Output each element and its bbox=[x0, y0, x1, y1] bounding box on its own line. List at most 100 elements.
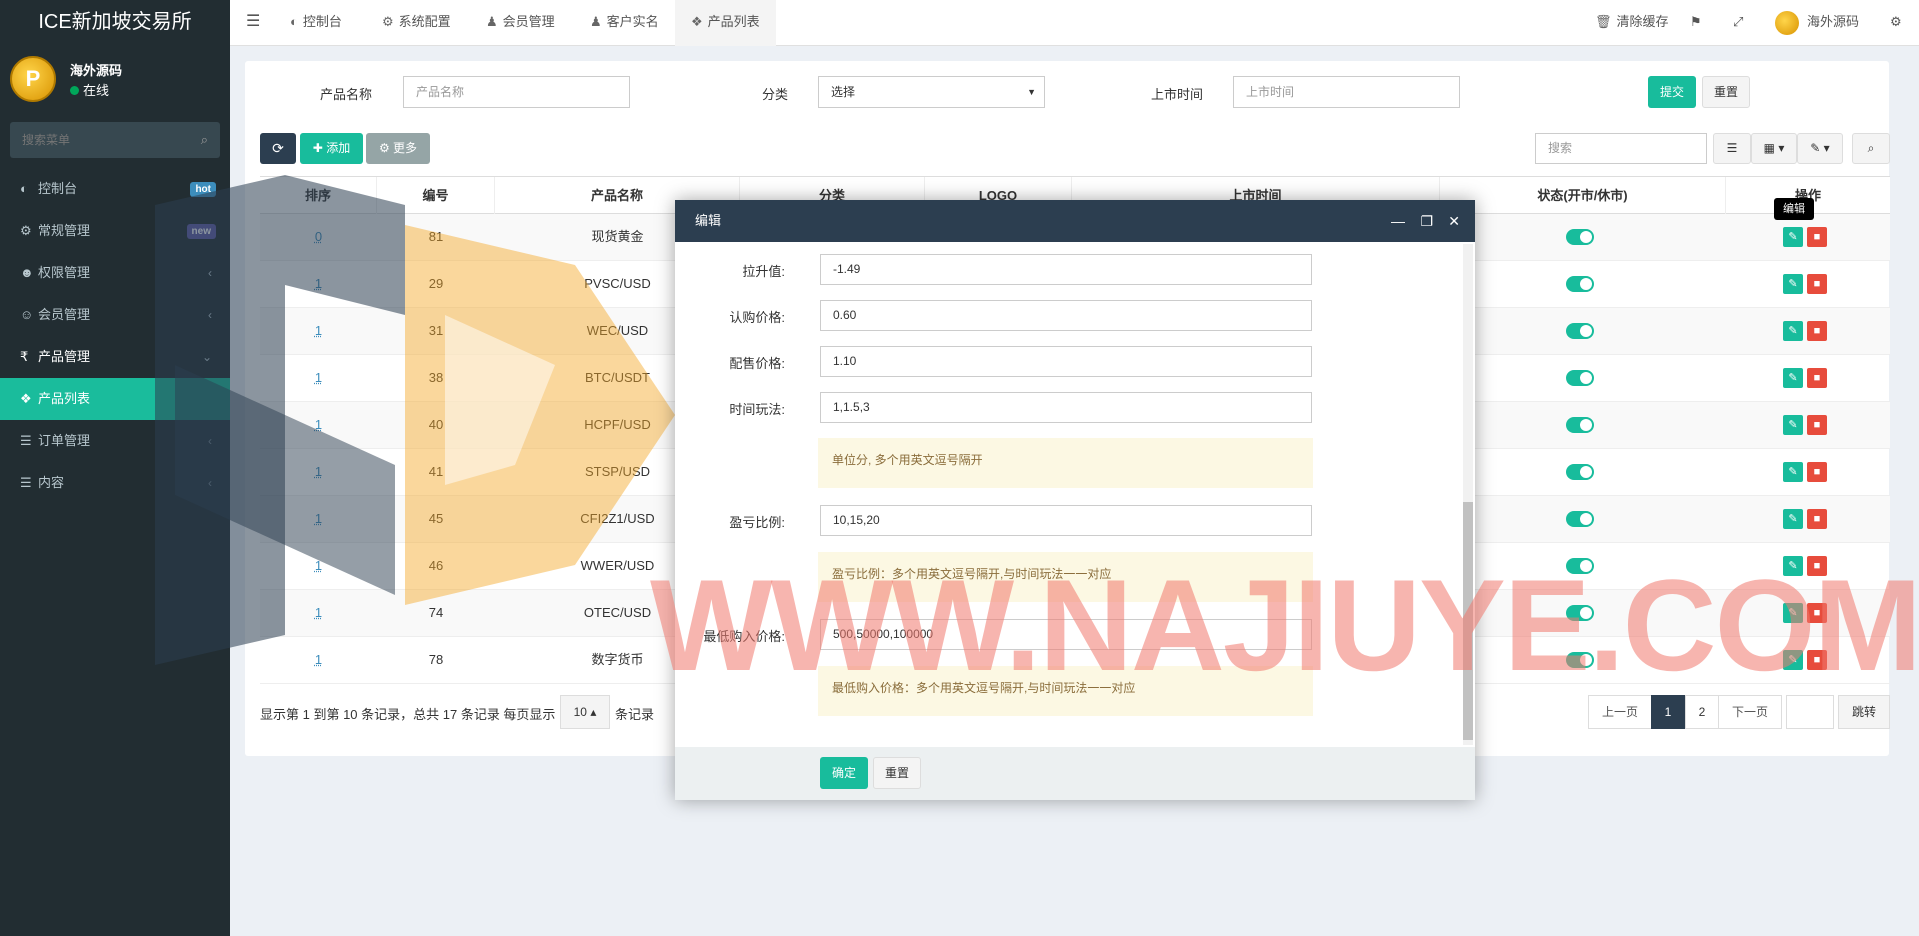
sort-value[interactable]: 0 bbox=[260, 214, 377, 261]
delete-button[interactable]: ■ bbox=[1807, 368, 1827, 388]
edit-button[interactable]: ✎ bbox=[1783, 368, 1803, 388]
menu-toggle-icon[interactable]: ☰ bbox=[246, 0, 260, 46]
sort-value[interactable]: 1 bbox=[260, 402, 377, 449]
toggle-view-button[interactable]: ☰ bbox=[1713, 133, 1751, 164]
sidebar-item-product-list[interactable]: ❖ 产品列表 bbox=[0, 378, 230, 420]
columns-button[interactable]: ▦ ▾ bbox=[1751, 133, 1797, 164]
tab-dashboard[interactable]: ◐ 控制台 bbox=[290, 0, 342, 46]
reset-button[interactable]: 重置 bbox=[1702, 76, 1750, 108]
edit-button[interactable]: ✎ bbox=[1783, 227, 1803, 247]
delete-button[interactable]: ■ bbox=[1807, 274, 1827, 294]
tab-members[interactable]: ♟ 会员管理 bbox=[486, 0, 555, 46]
app-title[interactable]: ICE新加坡交易所 bbox=[0, 0, 230, 46]
sidebar-item-dashboard[interactable]: ◐ 控制台 hot bbox=[0, 168, 230, 210]
status-toggle[interactable] bbox=[1566, 558, 1594, 574]
fullscreen-icon[interactable]: ⤢ bbox=[1733, 0, 1743, 46]
col-status[interactable]: 状态(开市/休市) bbox=[1440, 177, 1726, 215]
tab-product-list[interactable]: ❖ 产品列表 bbox=[675, 0, 776, 46]
sort-value[interactable]: 1 bbox=[260, 449, 377, 496]
delete-button[interactable]: ■ bbox=[1807, 650, 1827, 670]
refresh-button[interactable]: ⟳ bbox=[260, 133, 296, 164]
sidebar-item-members[interactable]: ☺ 会员管理 ‹ bbox=[0, 294, 230, 336]
product-name-input[interactable]: 产品名称 bbox=[403, 76, 630, 108]
page-1-button[interactable]: 1 bbox=[1651, 695, 1685, 729]
jump-page-input[interactable] bbox=[1786, 695, 1834, 729]
ratio-input[interactable]: 10,15,20 bbox=[820, 505, 1312, 536]
edit-button[interactable]: ✎ bbox=[1783, 415, 1803, 435]
prev-page-button[interactable]: 上一页 bbox=[1588, 695, 1652, 729]
sidebar-item-permissions[interactable]: ☻ 权限管理 ‹ bbox=[0, 252, 230, 294]
buy-price-input[interactable]: 0.60 bbox=[820, 300, 1312, 331]
status-toggle[interactable] bbox=[1566, 464, 1594, 480]
sidebar-item-orders[interactable]: ☰ 订单管理 ‹ bbox=[0, 420, 230, 462]
time-play-input[interactable]: 1,1.5,3 bbox=[820, 392, 1312, 423]
delete-button[interactable]: ■ bbox=[1807, 509, 1827, 529]
sort-value[interactable]: 1 bbox=[260, 590, 377, 637]
sort-value[interactable]: 1 bbox=[260, 355, 377, 402]
delete-button[interactable]: ■ bbox=[1807, 227, 1827, 247]
next-page-button[interactable]: 下一页 bbox=[1718, 695, 1782, 729]
min-price-input[interactable]: 500,50000,100000 bbox=[820, 619, 1312, 650]
sidebar-search-input[interactable] bbox=[10, 122, 180, 158]
export-button[interactable]: ✎ ▾ bbox=[1797, 133, 1843, 164]
close-icon[interactable]: ✕ bbox=[1448, 200, 1460, 242]
delete-button[interactable]: ■ bbox=[1807, 321, 1827, 341]
top-navbar: ☰ ◐ 控制台 ⚙ 系统配置 ♟ 会员管理 ♟ 客户实名 ❖ 产品列表 🗑 清除缓存 ⚑ ⤢… bbox=[230, 0, 1919, 46]
delete-button[interactable]: ■ bbox=[1807, 603, 1827, 623]
sort-value[interactable]: 1 bbox=[260, 543, 377, 590]
scrollbar-thumb[interactable] bbox=[1463, 502, 1473, 740]
tab-customer-verify[interactable]: ♟ 客户实名 bbox=[590, 0, 659, 46]
edit-button[interactable]: ✎ bbox=[1783, 462, 1803, 482]
status-toggle[interactable] bbox=[1566, 229, 1594, 245]
sort-value[interactable]: 1 bbox=[260, 308, 377, 355]
category-select[interactable]: 选择 ▼ bbox=[818, 76, 1045, 108]
col-sort[interactable]: 排序 bbox=[260, 177, 377, 215]
status-toggle[interactable] bbox=[1566, 652, 1594, 668]
language-icon[interactable]: ⚑ bbox=[1690, 0, 1702, 46]
tab-system-config[interactable]: ⚙ 系统配置 bbox=[382, 0, 451, 46]
edit-button[interactable]: ✎ bbox=[1783, 603, 1803, 623]
more-button[interactable]: ⚙ 更多 bbox=[366, 133, 430, 164]
delete-button[interactable]: ■ bbox=[1807, 462, 1827, 482]
status-toggle[interactable] bbox=[1566, 417, 1594, 433]
table-search-input[interactable]: 搜索 bbox=[1535, 133, 1707, 164]
submit-button[interactable]: 提交 bbox=[1648, 76, 1696, 108]
search-icon[interactable]: ⌕ bbox=[201, 132, 208, 148]
status-toggle[interactable] bbox=[1566, 511, 1594, 527]
advanced-search-button[interactable]: ⌕ bbox=[1852, 133, 1890, 164]
sidebar-item-content[interactable]: ☰ 内容 ‹ bbox=[0, 462, 230, 504]
sort-value[interactable]: 1 bbox=[260, 496, 377, 543]
edit-button[interactable]: ✎ bbox=[1783, 274, 1803, 294]
allot-price-input[interactable]: 1.10 bbox=[820, 346, 1312, 377]
status-toggle[interactable] bbox=[1566, 276, 1594, 292]
status-toggle[interactable] bbox=[1566, 323, 1594, 339]
sidebar-item-general[interactable]: ⚙ 常规管理 new bbox=[0, 210, 230, 252]
add-button[interactable]: ✚ 添加 bbox=[300, 133, 363, 164]
sort-value[interactable]: 1 bbox=[260, 637, 377, 684]
edit-button[interactable]: ✎ bbox=[1783, 509, 1803, 529]
dialog-scrollbar[interactable] bbox=[1463, 244, 1473, 745]
confirm-button[interactable]: 确定 bbox=[820, 757, 868, 789]
rise-input[interactable]: -1.49 bbox=[820, 254, 1312, 285]
listing-time-input[interactable]: 上市时间 bbox=[1233, 76, 1460, 108]
tab-label: 产品列表 bbox=[707, 14, 760, 29]
maximize-icon[interactable]: ❐ bbox=[1420, 200, 1433, 242]
edit-button[interactable]: ✎ bbox=[1783, 556, 1803, 576]
page-size-select[interactable]: 10 ▴ bbox=[560, 695, 610, 729]
edit-button[interactable]: ✎ bbox=[1783, 321, 1803, 341]
jump-button[interactable]: 跳转 bbox=[1838, 695, 1890, 729]
status-toggle[interactable] bbox=[1566, 605, 1594, 621]
minimize-icon[interactable]: — bbox=[1391, 200, 1405, 242]
page-2-button[interactable]: 2 bbox=[1685, 695, 1719, 729]
delete-button[interactable]: ■ bbox=[1807, 556, 1827, 576]
delete-button[interactable]: ■ bbox=[1807, 415, 1827, 435]
col-id[interactable]: 编号 bbox=[377, 177, 495, 215]
clear-cache-button[interactable]: 🗑 清除缓存 bbox=[1595, 0, 1669, 46]
edit-button[interactable]: ✎ bbox=[1783, 650, 1803, 670]
dialog-reset-button[interactable]: 重置 bbox=[873, 757, 921, 789]
status-toggle[interactable] bbox=[1566, 370, 1594, 386]
settings-icon[interactable]: ⚙ bbox=[1890, 0, 1902, 46]
sort-value[interactable]: 1 bbox=[260, 261, 377, 308]
sidebar-item-products[interactable]: ₹ 产品管理 ⌄ bbox=[0, 336, 230, 378]
user-menu[interactable]: 海外源码 bbox=[1775, 0, 1859, 46]
